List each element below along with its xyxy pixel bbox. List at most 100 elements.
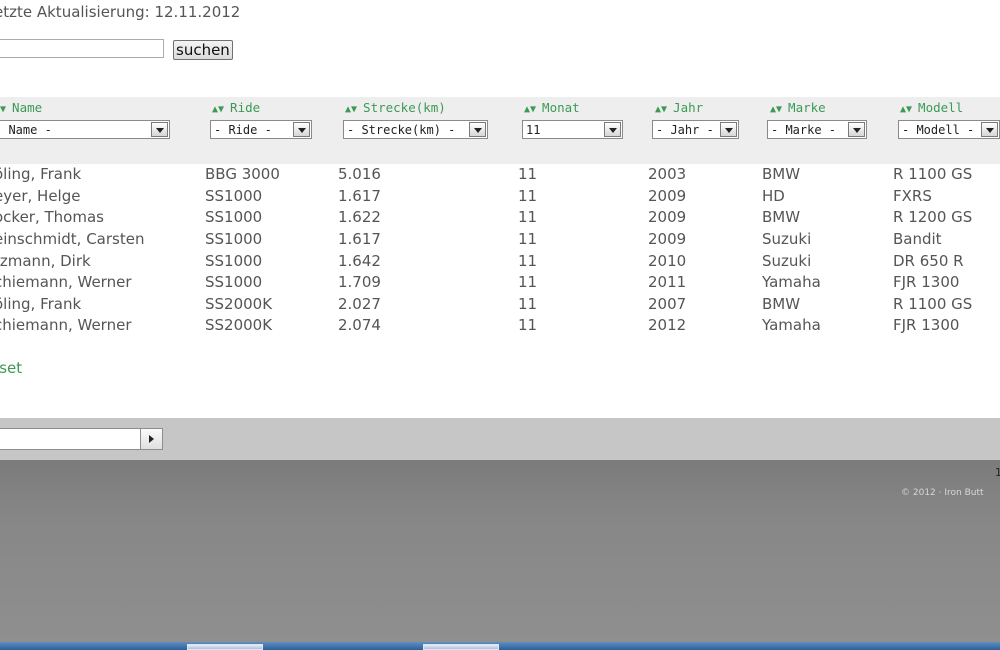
- scroll-right-icon[interactable]: [140, 429, 162, 449]
- sort-header-jahr[interactable]: ▲▼ Jahr: [655, 100, 703, 116]
- cell-modell: FJR 1300: [893, 316, 960, 334]
- select-value: 11: [526, 123, 541, 137]
- sort-arrows-icon: ▲▼: [655, 104, 668, 115]
- column-label: Monat: [542, 100, 580, 115]
- sort-arrows-icon: ▲▼: [0, 104, 7, 115]
- cell-marke: Suzuki: [762, 230, 812, 248]
- filter-name-select[interactable]: - Name -: [0, 120, 170, 139]
- dropdown-arrow-icon[interactable]: [720, 122, 737, 137]
- taskbar-button[interactable]: [423, 644, 499, 650]
- cell-strecke: 1.709: [338, 273, 381, 291]
- cell-modell: DR 650 R: [893, 252, 964, 270]
- cell-strecke: 5.016: [338, 165, 381, 183]
- select-value: - Name -: [0, 123, 52, 137]
- cell-jahr: 2010: [648, 252, 687, 270]
- reset-link[interactable]: eset: [0, 359, 22, 377]
- filter-strecke-select[interactable]: - Strecke(km) -: [343, 120, 488, 139]
- horizontal-scrollbar[interactable]: [0, 428, 163, 450]
- sort-arrows-icon: ▲▼: [345, 104, 358, 115]
- cell-monat: 11: [518, 165, 538, 183]
- dropdown-arrow-icon[interactable]: [604, 122, 621, 137]
- column-label: Modell: [918, 100, 964, 115]
- filter-ride-select[interactable]: - Ride -: [210, 120, 312, 139]
- cell-name: öling, Frank: [0, 295, 82, 313]
- sort-header-name[interactable]: ▲▼ Name: [0, 100, 42, 116]
- last-updated-text: etzte Aktualisierung: 12.11.2012: [0, 3, 241, 21]
- sort-arrows-icon: ▲▼: [212, 104, 225, 115]
- cell-marke: BMW: [762, 165, 801, 183]
- table-row: chiemann, Werner SS1000 1.709 11 2011 Ya…: [0, 273, 1000, 294]
- cell-ride: SS1000: [205, 187, 263, 205]
- cell-jahr: 2009: [648, 230, 687, 248]
- column-label: Ride: [230, 100, 261, 115]
- cell-jahr: 2011: [648, 273, 687, 291]
- table-row: öling, Frank BBG 3000 5.016 11 2003 BMW …: [0, 165, 1000, 186]
- cell-ride: SS1000: [205, 230, 263, 248]
- cell-strecke: 1.617: [338, 230, 381, 248]
- cell-modell: R 1100 GS: [893, 295, 973, 313]
- cell-strecke: 2.074: [338, 316, 381, 334]
- taskbar-button[interactable]: [187, 644, 263, 650]
- cell-modell: R 1200 GS: [893, 208, 973, 226]
- cell-monat: 11: [518, 316, 538, 334]
- column-label: Marke: [788, 100, 826, 115]
- cell-name: tzmann, Dirk: [0, 252, 91, 270]
- cell-name: chiemann, Werner: [0, 316, 132, 334]
- cell-ride: SS2000K: [205, 295, 273, 313]
- os-taskbar: [0, 642, 1000, 650]
- cell-name: chiemann, Werner: [0, 273, 132, 291]
- cell-jahr: 2009: [648, 187, 687, 205]
- cell-jahr: 2007: [648, 295, 687, 313]
- cell-marke: HD: [762, 187, 785, 205]
- table-row: eyer, Helge SS1000 1.617 11 2009 HD FXRS: [0, 187, 1000, 208]
- cell-ride: SS1000: [205, 208, 263, 226]
- filter-monat-select[interactable]: 11: [522, 120, 623, 139]
- cell-name: eyer, Helge: [0, 187, 81, 205]
- cell-strecke: 1.642: [338, 252, 381, 270]
- table-row: tzmann, Dirk SS1000 1.642 11 2010 Suzuki…: [0, 252, 1000, 273]
- cell-monat: 11: [518, 252, 538, 270]
- cell-strecke: 1.617: [338, 187, 381, 205]
- sort-header-strecke[interactable]: ▲▼ Strecke(km): [345, 100, 446, 116]
- page-number: 1: [995, 466, 1000, 479]
- sort-header-ride[interactable]: ▲▼ Ride: [212, 100, 260, 116]
- filter-jahr-select[interactable]: - Jahr -: [652, 120, 739, 139]
- cell-marke: Yamaha: [762, 273, 821, 291]
- select-value: - Jahr -: [656, 123, 714, 137]
- cell-strecke: 1.622: [338, 208, 381, 226]
- filter-modell-select[interactable]: - Modell -: [898, 120, 1000, 139]
- dropdown-arrow-icon[interactable]: [469, 122, 486, 137]
- cell-marke: BMW: [762, 295, 801, 313]
- cell-name: öling, Frank: [0, 165, 82, 183]
- sort-header-marke[interactable]: ▲▼ Marke: [770, 100, 826, 116]
- sort-arrows-icon: ▲▼: [770, 104, 783, 115]
- sort-header-modell[interactable]: ▲▼ Modell: [900, 100, 963, 116]
- search-input[interactable]: [0, 39, 164, 58]
- cell-ride: SS1000: [205, 273, 263, 291]
- dropdown-arrow-icon[interactable]: [151, 122, 168, 137]
- cell-jahr: 2012: [648, 316, 687, 334]
- select-value: - Ride -: [214, 123, 272, 137]
- select-value: - Modell -: [902, 123, 975, 137]
- cell-monat: 11: [518, 230, 538, 248]
- cell-modell: FXRS: [893, 187, 932, 205]
- cell-strecke: 2.027: [338, 295, 381, 313]
- dropdown-arrow-icon[interactable]: [293, 122, 310, 137]
- cell-name: ocker, Thomas: [0, 208, 104, 226]
- cell-modell: FJR 1300: [893, 273, 960, 291]
- cell-monat: 11: [518, 208, 538, 226]
- filter-marke-select[interactable]: - Marke -: [767, 120, 867, 139]
- dropdown-arrow-icon[interactable]: [848, 122, 865, 137]
- table-row: chiemann, Werner SS2000K 2.074 11 2012 Y…: [0, 316, 1000, 337]
- search-button[interactable]: suchen: [173, 40, 233, 60]
- cell-modell: Bandit: [893, 230, 942, 248]
- cell-marke: Suzuki: [762, 252, 812, 270]
- dropdown-arrow-icon[interactable]: [981, 122, 998, 137]
- cell-marke: BMW: [762, 208, 801, 226]
- select-value: - Strecke(km) -: [347, 123, 456, 137]
- cell-monat: 11: [518, 295, 538, 313]
- cell-jahr: 2003: [648, 165, 687, 183]
- cell-monat: 11: [518, 273, 538, 291]
- column-label: Strecke(km): [363, 100, 446, 115]
- sort-header-monat[interactable]: ▲▼ Monat: [524, 100, 580, 116]
